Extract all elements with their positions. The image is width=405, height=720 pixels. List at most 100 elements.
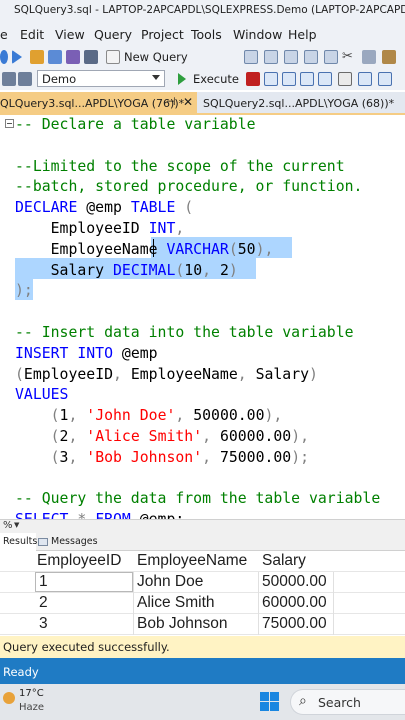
- dax-query-icon[interactable]: [324, 50, 338, 64]
- change-connection-icon[interactable]: [18, 72, 32, 86]
- menu-item-project[interactable]: Project: [141, 27, 184, 42]
- table-row[interactable]: 1 John Doe 50000.00: [0, 572, 405, 593]
- code-line[interactable]: SELECT * FROM @emp;: [15, 510, 184, 519]
- code-token: VARCHAR: [166, 240, 229, 258]
- code-line[interactable]: (1, 'John Doe', 50000.00),: [15, 406, 283, 426]
- tab-messages[interactable]: Messages: [38, 533, 98, 551]
- column-header-employeeid[interactable]: EmployeeID: [37, 551, 121, 572]
- results-grid[interactable]: EmployeeID EmployeeName Salary 1 John Do…: [0, 551, 405, 636]
- execute-button[interactable]: Execute: [176, 71, 246, 87]
- table-row[interactable]: 2 Alice Smith 60000.00: [0, 593, 405, 614]
- new-query-button[interactable]: New Query: [106, 49, 188, 65]
- display-estimated-plan-icon[interactable]: [282, 72, 296, 86]
- save-icon[interactable]: [66, 50, 80, 64]
- menu-item-query[interactable]: Query: [94, 27, 132, 42]
- code-token: *: [68, 511, 95, 519]
- code-token: @emp;: [131, 511, 185, 519]
- cell-salary[interactable]: 50000.00: [262, 572, 327, 593]
- chevron-down-icon[interactable]: ▼: [14, 521, 19, 529]
- copy-icon[interactable]: [362, 50, 376, 64]
- code-line[interactable]: -- Query the data from the table variabl…: [15, 489, 380, 509]
- code-token: ,: [202, 428, 220, 445]
- results-to-text-icon[interactable]: [358, 72, 372, 86]
- code-line[interactable]: DECLARE @emp TABLE (: [15, 198, 193, 218]
- tab-results[interactable]: Results: [0, 533, 37, 551]
- menu-item-view[interactable]: View: [55, 27, 85, 42]
- code-line[interactable]: Salary DECIMAL(10, 2): [15, 261, 238, 281]
- new-file-icon[interactable]: [30, 50, 44, 64]
- code-line[interactable]: VALUES: [15, 385, 68, 405]
- window-title: SQLQuery3.sql - LAPTOP-2APCAPDL\SQLEXPRE…: [14, 4, 405, 16]
- results-to-grid-icon[interactable]: [338, 72, 352, 86]
- column-header-employeename[interactable]: EmployeeName: [137, 551, 247, 572]
- code-token: ),: [264, 407, 283, 425]
- save-all-icon[interactable]: [84, 50, 98, 64]
- cut-icon[interactable]: ✂: [342, 50, 356, 64]
- cell-employeename[interactable]: Bob Johnson: [137, 614, 228, 635]
- grid-header-row: EmployeeID EmployeeName Salary: [0, 551, 405, 572]
- code-token: 10: [184, 261, 203, 279]
- cell-salary[interactable]: 60000.00: [262, 593, 327, 614]
- analysis-query-icon[interactable]: [264, 50, 278, 64]
- code-token: (: [15, 365, 24, 383]
- query-editor[interactable]: -- Declare a table variable --Limited to …: [0, 115, 405, 519]
- code-token: ): [228, 261, 238, 279]
- navigate-forward-icon[interactable]: [12, 50, 22, 64]
- table-row[interactable]: 3 Bob Johnson 75000.00: [0, 614, 405, 635]
- close-icon[interactable]: ✕: [183, 95, 193, 109]
- pin-icon[interactable]: ⊣: [166, 95, 176, 108]
- parse-icon[interactable]: [264, 72, 278, 86]
- code-line[interactable]: (3, 'Bob Johnson', 75000.00);: [15, 448, 309, 468]
- collapse-region-icon[interactable]: [5, 119, 14, 128]
- weather-temperature[interactable]: 17°C: [19, 688, 44, 699]
- weather-condition[interactable]: Haze: [19, 702, 44, 713]
- app-status-bar: Ready: [0, 658, 405, 684]
- code-line[interactable]: --batch, stored procedure, or function.: [15, 177, 362, 197]
- menu-item-tools[interactable]: Tools: [191, 27, 222, 42]
- code-line[interactable]: (2, 'Alice Smith', 60000.00),: [15, 427, 309, 447]
- code-line[interactable]: );: [15, 281, 33, 301]
- connect-icon[interactable]: [2, 72, 16, 86]
- database-dropdown[interactable]: Demo: [37, 70, 165, 87]
- code-token: ,: [68, 428, 87, 445]
- start-button[interactable]: [260, 692, 279, 711]
- cell-employeeid[interactable]: 2: [39, 593, 48, 614]
- code-line[interactable]: -- Insert data into the table variable: [15, 323, 354, 343]
- cell-employeename[interactable]: John Doe: [137, 572, 203, 593]
- code-token: (: [175, 199, 194, 217]
- code-line[interactable]: EmployeeID INT,: [15, 219, 185, 239]
- open-file-icon[interactable]: [48, 50, 62, 64]
- cell-employeename[interactable]: Alice Smith: [137, 593, 215, 614]
- code-token: 50000.00: [193, 407, 265, 425]
- paste-icon[interactable]: [382, 50, 396, 64]
- cancel-query-icon[interactable]: [246, 72, 260, 86]
- dmx-query-icon[interactable]: [284, 50, 298, 64]
- code-line[interactable]: -- Declare a table variable: [15, 115, 256, 135]
- tab-sqlquery2-label: SQLQuery2.sql...APDL\YOGA (68))*: [203, 97, 395, 110]
- cell-salary[interactable]: 75000.00: [262, 614, 327, 635]
- cell-employeeid[interactable]: 3: [39, 614, 48, 635]
- column-header-salary[interactable]: Salary: [262, 551, 306, 572]
- menu-item-help[interactable]: Help: [288, 27, 317, 42]
- zoom-level[interactable]: %: [3, 520, 13, 531]
- navigate-back-icon[interactable]: [0, 50, 8, 64]
- weather-icon[interactable]: [3, 692, 15, 704]
- include-actual-plan-icon[interactable]: [318, 72, 332, 86]
- tab-sqlquery3[interactable]: QLQuery3.sql...APDL\YOGA (76))* ⊣ ✕: [0, 92, 197, 115]
- taskbar-search-box[interactable]: ⌕ Search: [290, 689, 405, 715]
- database-engine-query-icon[interactable]: [244, 50, 258, 64]
- query-designer-icon[interactable]: [300, 72, 314, 86]
- xmla-query-icon[interactable]: [304, 50, 318, 64]
- code-line[interactable]: EmployeeName VARCHAR(50),: [15, 240, 274, 260]
- menu-item-window[interactable]: Window: [233, 27, 282, 42]
- code-token: ,: [68, 407, 87, 425]
- code-line[interactable]: INSERT INTO @emp: [15, 344, 158, 364]
- tab-sqlquery2[interactable]: SQLQuery2.sql...APDL\YOGA (68))*: [201, 92, 401, 115]
- menu-item-edit[interactable]: Edit: [20, 27, 44, 42]
- code-token: -- Declare a table variable: [15, 116, 256, 133]
- results-to-file-icon[interactable]: [378, 72, 392, 86]
- code-line[interactable]: --Limited to the scope of the current: [15, 157, 345, 177]
- menu-item-file[interactable]: e: [0, 27, 8, 42]
- cell-employeeid[interactable]: 1: [39, 572, 48, 593]
- code-line[interactable]: (EmployeeID, EmployeeName, Salary): [15, 365, 318, 385]
